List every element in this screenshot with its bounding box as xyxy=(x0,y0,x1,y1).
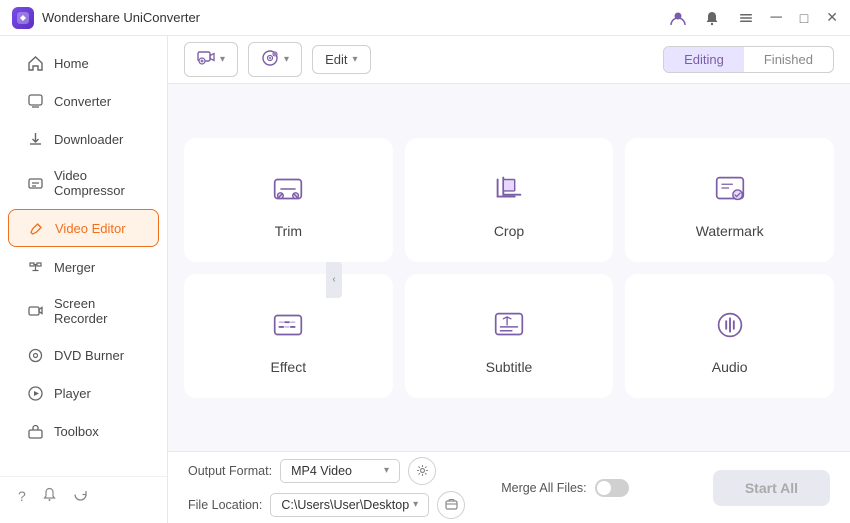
sidebar-item-downloader[interactable]: Downloader xyxy=(8,121,159,157)
profile-icon[interactable] xyxy=(668,8,688,28)
window-controls[interactable]: ─ □ ✕ xyxy=(770,9,838,27)
add-media-icon xyxy=(261,49,279,70)
watermark-label: Watermark xyxy=(696,223,764,239)
output-format-chevron: ▾ xyxy=(384,465,389,476)
tab-editing[interactable]: Editing xyxy=(664,47,744,72)
output-format-row: Output Format: MP4 Video ▾ xyxy=(188,457,465,485)
output-format-settings-button[interactable] xyxy=(408,457,436,485)
help-icon[interactable]: ? xyxy=(18,488,26,504)
sidebar-item-video-compressor[interactable]: Video Compressor xyxy=(8,159,159,207)
editor-area: Trim Crop xyxy=(168,84,850,451)
home-icon xyxy=(26,54,44,72)
edit-icon xyxy=(27,219,45,237)
effect-label: Effect xyxy=(271,359,307,375)
bell-icon[interactable] xyxy=(702,8,722,28)
tools-grid: Trim Crop xyxy=(184,138,834,398)
downloader-icon xyxy=(26,130,44,148)
app-title: Wondershare UniConverter xyxy=(42,10,668,25)
merge-icon xyxy=(26,258,44,276)
toolbar: ▾ ▾ Edit ▾ xyxy=(168,36,850,84)
app-logo xyxy=(12,7,34,29)
trim-label: Trim xyxy=(275,223,302,239)
add-media-chevron: ▾ xyxy=(284,54,289,65)
record-icon xyxy=(26,302,44,320)
title-bar: Wondershare UniConverter ─ □ ✕ xyxy=(0,0,850,36)
file-location-label: File Location: xyxy=(188,498,262,512)
add-video-button[interactable]: ▾ xyxy=(184,42,238,77)
output-format-label: Output Format: xyxy=(188,464,272,478)
file-location-value: C:\Users\User\Desktop xyxy=(281,498,409,512)
sidebar-item-merger[interactable]: Merger xyxy=(8,249,159,285)
output-format-value: MP4 Video xyxy=(291,464,352,478)
file-location-chevron: ▾ xyxy=(413,499,418,510)
sidebar-item-video-editor[interactable]: Video Editor xyxy=(8,209,159,247)
audio-icon xyxy=(708,303,752,347)
title-bar-controls: ─ □ ✕ xyxy=(668,8,838,28)
merge-group: Merge All Files: xyxy=(501,479,628,497)
merge-all-label: Merge All Files: xyxy=(501,481,586,495)
crop-icon xyxy=(487,167,531,211)
footer-bar: Output Format: MP4 Video ▾ xyxy=(168,451,850,523)
subtitle-icon xyxy=(487,303,531,347)
audio-label: Audio xyxy=(712,359,748,375)
footer-fields: Output Format: MP4 Video ▾ xyxy=(188,457,465,519)
start-all-button[interactable]: Start All xyxy=(713,470,830,506)
sidebar-bottom: ? xyxy=(0,476,167,515)
edit-dropdown-label: Edit xyxy=(325,52,347,67)
content-area: ▾ ▾ Edit ▾ xyxy=(168,36,850,523)
minimize-button[interactable]: ─ xyxy=(770,9,781,27)
compress-icon xyxy=(26,174,44,192)
add-video-icon xyxy=(197,49,215,70)
output-format-select[interactable]: MP4 Video ▾ xyxy=(280,459,400,483)
converter-icon xyxy=(26,92,44,110)
menu-icon[interactable] xyxy=(736,8,756,28)
trim-icon xyxy=(266,167,310,211)
sidebar: Home Converter Downloader xyxy=(0,36,168,523)
edit-dropdown-chevron: ▾ xyxy=(352,54,357,65)
merge-all-toggle[interactable] xyxy=(595,479,629,497)
sidebar-collapse-button[interactable]: ‹ xyxy=(326,262,342,298)
audio-tool[interactable]: Audio xyxy=(625,274,834,398)
watermark-tool[interactable]: Watermark xyxy=(625,138,834,262)
refresh-icon[interactable] xyxy=(73,487,88,505)
sidebar-item-screen-recorder[interactable]: Screen Recorder xyxy=(8,287,159,335)
sidebar-item-converter[interactable]: Converter xyxy=(8,83,159,119)
subtitle-label: Subtitle xyxy=(486,359,533,375)
crop-tool[interactable]: Crop xyxy=(405,138,614,262)
close-button[interactable]: ✕ xyxy=(826,9,838,26)
file-location-select[interactable]: C:\Users\User\Desktop ▾ xyxy=(270,493,429,517)
crop-label: Crop xyxy=(494,223,524,239)
sidebar-item-dvd-burner[interactable]: DVD Burner xyxy=(8,337,159,373)
player-icon xyxy=(26,384,44,402)
watermark-icon xyxy=(708,167,752,211)
sidebar-item-player[interactable]: Player xyxy=(8,375,159,411)
subtitle-tool[interactable]: Subtitle xyxy=(405,274,614,398)
tab-finished[interactable]: Finished xyxy=(744,47,833,72)
add-video-chevron: ▾ xyxy=(220,54,225,65)
add-media-button[interactable]: ▾ xyxy=(248,42,302,77)
file-location-browse-button[interactable] xyxy=(437,491,465,519)
tab-group: Editing Finished xyxy=(663,46,834,73)
effect-icon xyxy=(266,303,310,347)
sidebar-item-home[interactable]: Home xyxy=(8,45,159,81)
sidebar-item-toolbox[interactable]: Toolbox xyxy=(8,413,159,449)
app-body: Home Converter Downloader xyxy=(0,36,850,523)
edit-dropdown[interactable]: Edit ▾ xyxy=(312,45,370,74)
notification-icon[interactable] xyxy=(42,487,57,505)
maximize-button[interactable]: □ xyxy=(800,10,808,26)
toolbox-icon xyxy=(26,422,44,440)
file-location-row: File Location: C:\Users\User\Desktop ▾ xyxy=(188,491,465,519)
effect-tool[interactable]: Effect xyxy=(184,274,393,398)
dvd-icon xyxy=(26,346,44,364)
trim-tool[interactable]: Trim xyxy=(184,138,393,262)
